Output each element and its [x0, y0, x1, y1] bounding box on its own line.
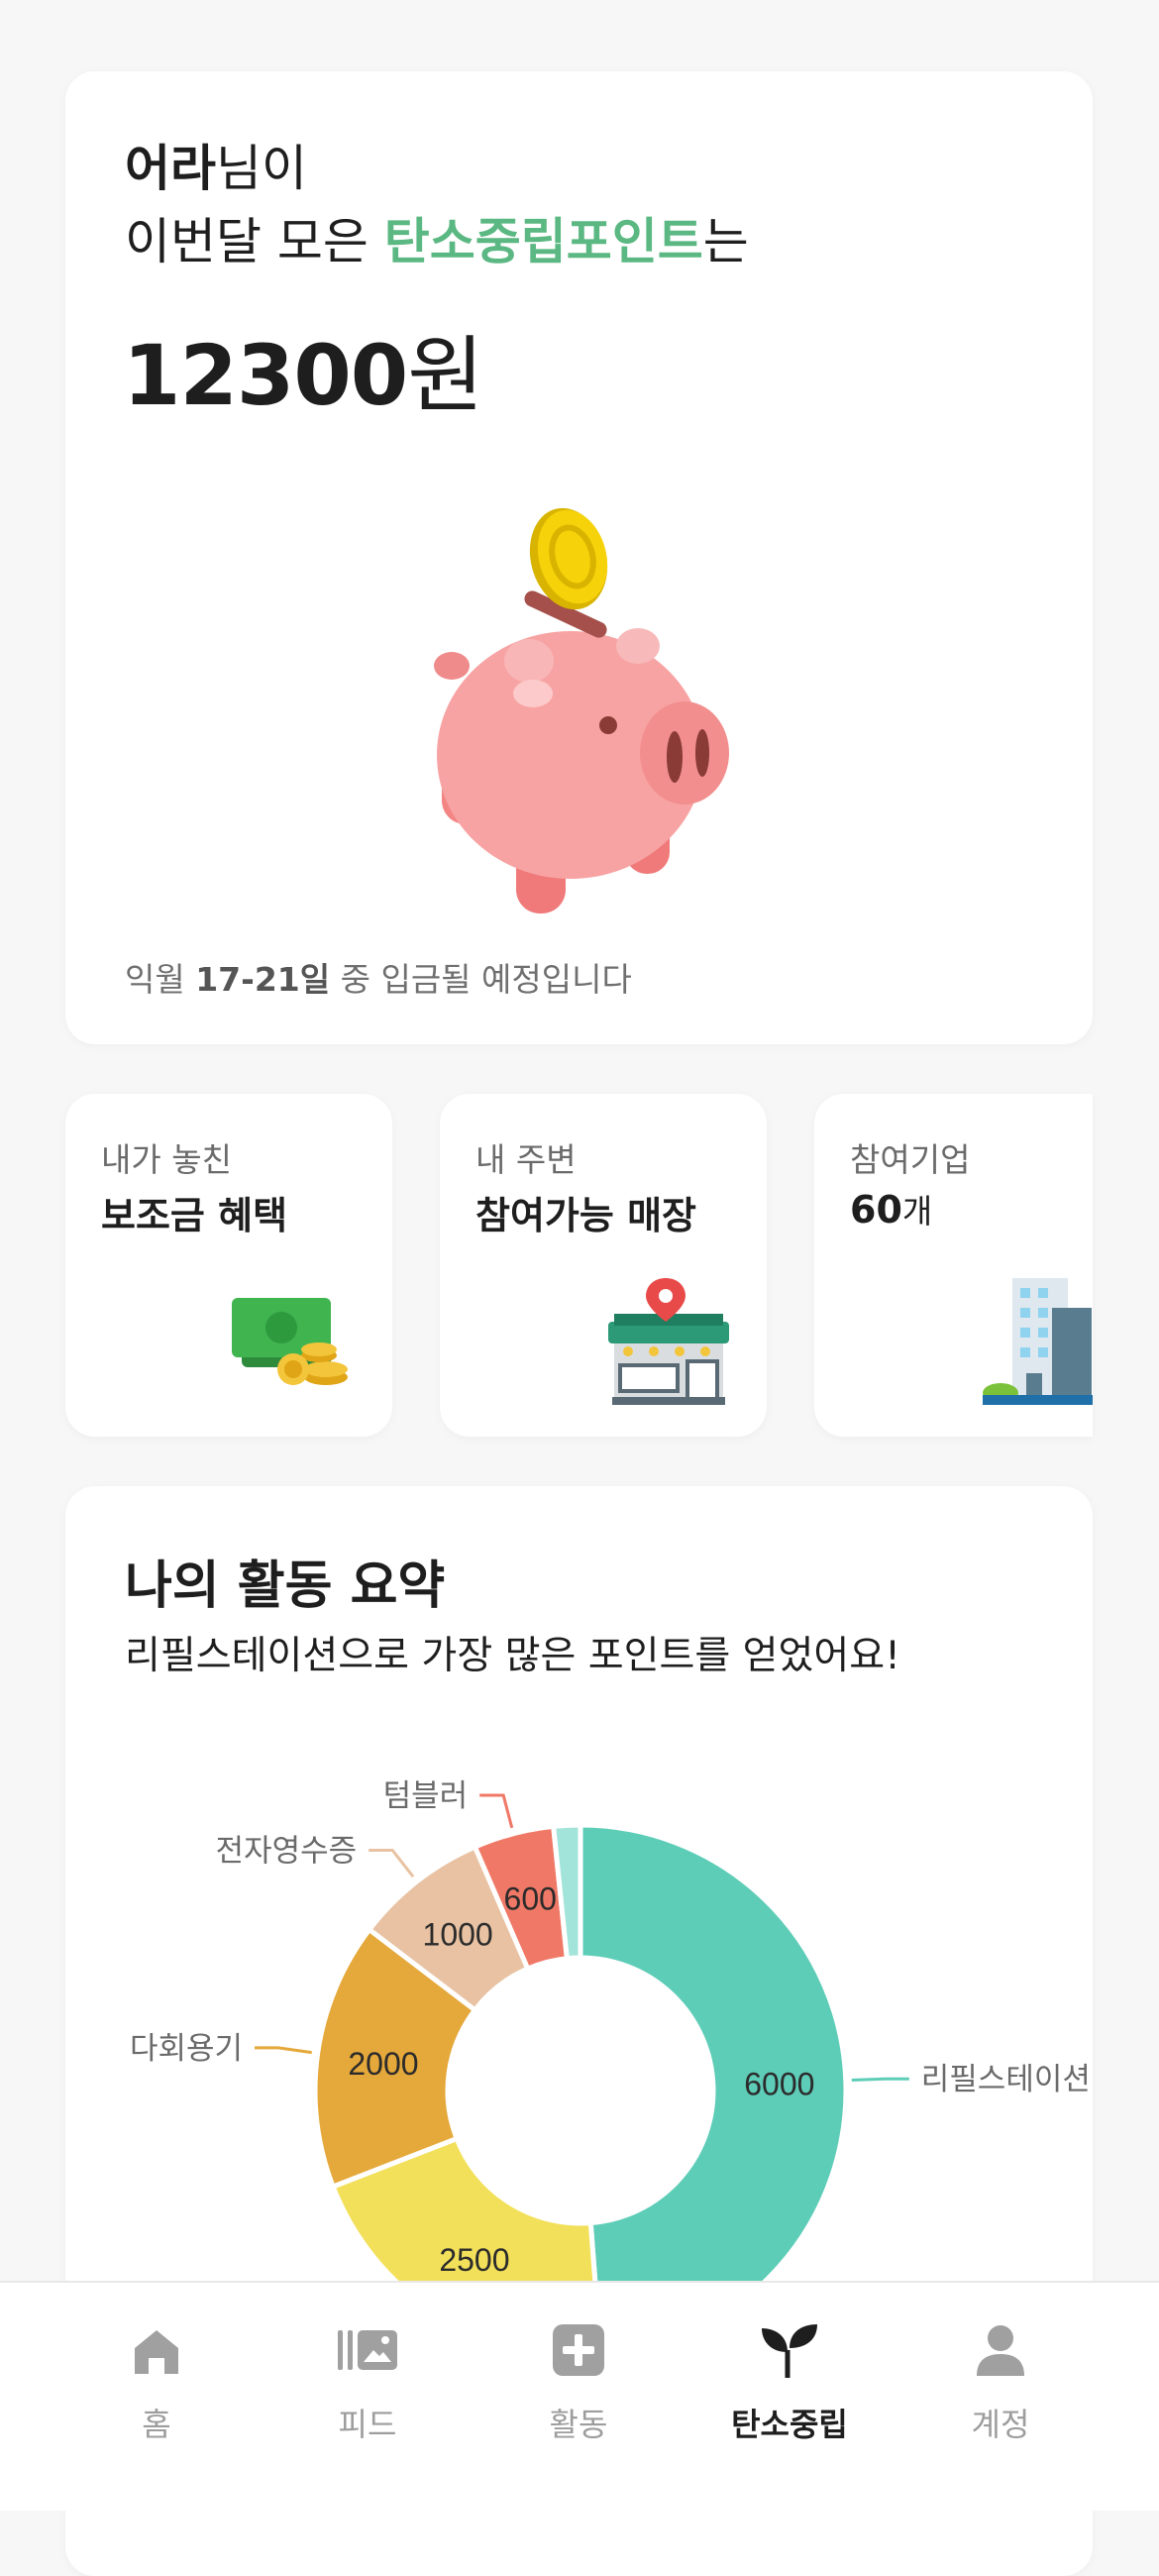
- sprout-icon: [762, 2324, 817, 2378]
- point-name: 탄소중립포인트: [383, 213, 703, 270]
- nav-carbon-neutral-label: 탄소중립: [731, 2406, 848, 2443]
- nav-account[interactable]: 계정: [926, 2318, 1075, 2445]
- slice-leader-line: [369, 1848, 415, 1878]
- person-icon: [977, 2325, 1024, 2376]
- greeting-line: 어라님이: [125, 129, 307, 200]
- partner-count-unit: 개: [901, 1192, 933, 1231]
- slice-leader-line: [255, 2046, 312, 2055]
- building-icon: [983, 1278, 1093, 1405]
- nav-account-label: 계정: [971, 2406, 1030, 2443]
- caption-suffix: 는: [702, 213, 749, 270]
- slice-value-label: 2000: [348, 2046, 418, 2082]
- nav-feed[interactable]: 피드: [293, 2318, 442, 2445]
- feed-icon: [338, 2330, 397, 2370]
- partner-companies-card-subtitle: 참여기업: [850, 1140, 971, 1179]
- subsidy-card[interactable]: 내가 놓친 보조금 혜택: [65, 1094, 392, 1437]
- note-prefix: 익월: [125, 960, 196, 999]
- slice-value-label: 600: [504, 1881, 557, 1917]
- money-icon: [232, 1298, 348, 1385]
- nav-activity-label: 활동: [549, 2406, 608, 2443]
- slice-value-label: 2500: [439, 2242, 509, 2278]
- partner-count-value: 60: [850, 1188, 902, 1232]
- slice-leader-line: [479, 1793, 514, 1829]
- caption-prefix: 이번달 모은: [125, 213, 384, 270]
- home-icon: [135, 2330, 178, 2374]
- plus-icon: [553, 2324, 604, 2376]
- partner-companies-card[interactable]: 참여기업 60개: [814, 1094, 1093, 1437]
- points-amount: 12300원: [123, 309, 484, 429]
- nav-carbon-neutral[interactable]: 탄소중립: [715, 2318, 864, 2445]
- nearby-store-card-title: 참여가능 매장: [475, 1194, 696, 1237]
- partner-companies-count: 60개: [850, 1185, 932, 1233]
- slice-leader-line: [851, 2077, 909, 2083]
- user-name: 어라: [125, 140, 216, 197]
- nearby-store-card-subtitle: 내 주변: [475, 1140, 577, 1179]
- note-dates: 17-21일: [195, 960, 331, 999]
- note-suffix: 중 입금될 예정입니다: [330, 960, 632, 999]
- slice-category-label: 텀블러: [383, 1778, 469, 1813]
- nav-home-label: 홈: [142, 2406, 171, 2443]
- slice-value-label: 1000: [423, 1917, 493, 1953]
- slice-category-label: 다회용기: [130, 2031, 243, 2066]
- slice-category-label: 전자영수증: [216, 1833, 358, 1868]
- subsidy-card-title: 보조금 혜택: [101, 1194, 288, 1237]
- piggy-bank-icon: [434, 507, 729, 913]
- points-card: 어라님이 이번달 모은 탄소중립포인트는 12300원 익월 17-21일 중 …: [65, 71, 1093, 1044]
- store-location-icon: [608, 1278, 729, 1405]
- nav-activity[interactable]: 활동: [504, 2318, 653, 2445]
- bottom-navigation: 홈 피드 활동 탄소중립 계정: [0, 2281, 1159, 2511]
- nav-home[interactable]: 홈: [82, 2318, 231, 2445]
- deposit-note: 익월 17-21일 중 입금될 예정입니다: [125, 953, 632, 1001]
- points-caption: 이번달 모은 탄소중립포인트는: [125, 202, 749, 273]
- amount-value: 12300: [123, 327, 408, 424]
- slice-category-label: 리필스테이션: [921, 2062, 1091, 2096]
- slice-value-label: 6000: [744, 2066, 814, 2101]
- greeting-suffix: 님이: [216, 140, 307, 197]
- subsidy-card-subtitle: 내가 놓친: [101, 1140, 232, 1179]
- nav-feed-label: 피드: [338, 2406, 397, 2443]
- amount-unit: 원: [407, 327, 483, 424]
- nearby-store-card[interactable]: 내 주변 참여가능 매장: [440, 1094, 767, 1437]
